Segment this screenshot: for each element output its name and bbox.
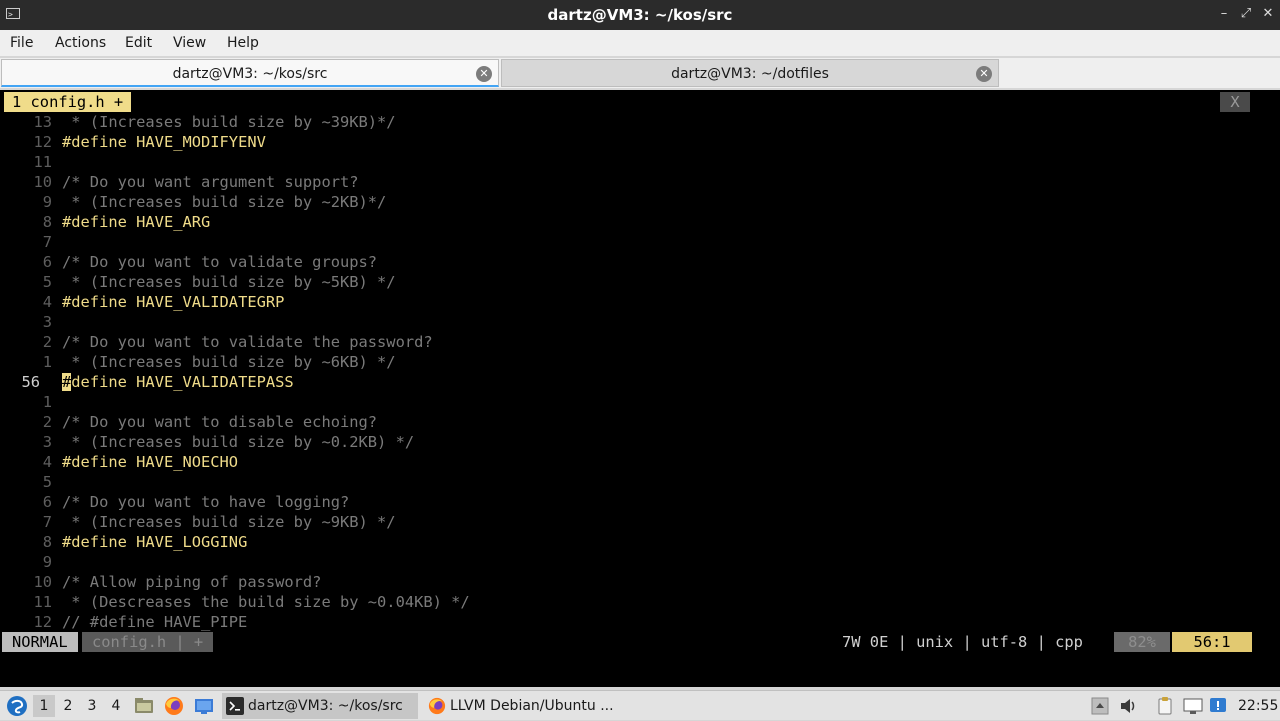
line-number: 11 [33, 593, 52, 611]
task-label: LLVM Debian/Ubuntu ... [450, 698, 614, 714]
code-text: // #define HAVE_PIPE [62, 613, 248, 631]
line-number: 56 [21, 373, 40, 391]
line-number: 12 [33, 133, 52, 151]
terminal-area[interactable]: 1 config.h + X 13 * (Increases build siz… [0, 90, 1280, 687]
firefox-icon[interactable] [164, 696, 184, 716]
line-number: 5 [42, 473, 52, 491]
line-number: 7 [42, 513, 52, 531]
vim-status-info: 7W 0E | unix | utf-8 | cpp [842, 633, 1083, 651]
line-number: 13 [33, 113, 52, 131]
menu-edit[interactable]: Edit [125, 30, 152, 56]
line-number: 12 [33, 613, 52, 631]
menu-bar: File Actions Edit View Help [0, 30, 1280, 56]
menu-file[interactable]: File [10, 30, 33, 56]
code-text: #define HAVE_ARG [62, 213, 211, 231]
workspace-2[interactable]: 2 [57, 695, 79, 717]
line-number: 1 [42, 353, 52, 371]
window-title: dartz@VM3: ~/kos/src [547, 6, 733, 24]
code-text: #define HAVE_VALIDATEGRP [62, 293, 285, 311]
file-manager-icon[interactable] [134, 696, 154, 716]
code-text: /* Do you want argument support? [62, 173, 359, 191]
vim-status-position: 56:1 [1172, 632, 1252, 652]
workspace-3[interactable]: 3 [81, 695, 103, 717]
line-number: 5 [42, 273, 52, 291]
task-firefox[interactable]: LLVM Debian/Ubuntu ... [424, 693, 624, 719]
clipboard-icon[interactable] [1155, 696, 1175, 716]
line-number: 9 [42, 193, 52, 211]
line-number: 3 [42, 433, 52, 451]
vim-statusline: NORMAL config.h | + 7W 0E | unix | utf-8… [2, 632, 1252, 652]
menu-help[interactable]: Help [227, 30, 259, 56]
code-text: * (Increases build size by ~39KB)*/ [62, 113, 396, 131]
tab-close-icon[interactable]: ✕ [476, 66, 492, 82]
line-number: 6 [42, 253, 52, 271]
code-text: /* Do you want to validate the password? [62, 333, 433, 351]
code-text: #define HAVE_MODIFYENV [62, 133, 266, 151]
line-number: 7 [42, 233, 52, 251]
tab-close-icon[interactable]: ✕ [976, 66, 992, 82]
firefox-icon [428, 697, 446, 715]
line-number: 9 [42, 553, 52, 571]
vim-status-percent: 82% [1114, 632, 1170, 652]
taskbar: 1 2 3 4 dartz@VM3: ~/kos/src LLVM Debian… [0, 690, 1280, 720]
minimize-icon[interactable]: – [1216, 6, 1232, 22]
line-number: 11 [33, 153, 52, 171]
line-number: 6 [42, 493, 52, 511]
code-text: /* Do you want to have logging? [62, 493, 350, 511]
terminal-tabs: dartz@VM3: ~/kos/src ✕ dartz@VM3: ~/dotf… [0, 58, 1280, 88]
workspace-1[interactable]: 1 [33, 695, 55, 717]
code-text: /* Allow piping of password? [62, 573, 322, 591]
code-text: /* Do you want to disable echoing? [62, 413, 378, 431]
code-text: * (Descreases the build size by ~0.04KB)… [62, 593, 470, 611]
line-number: 8 [42, 533, 52, 551]
workspace-4[interactable]: 4 [105, 695, 127, 717]
line-number: 4 [42, 453, 52, 471]
code-text: #define HAVE_LOGGING [62, 533, 248, 551]
notification-icon[interactable] [1208, 696, 1228, 716]
line-number: 10 [33, 573, 52, 591]
tab-label: dartz@VM3: ~/dotfiles [671, 66, 829, 82]
volume-icon[interactable] [1118, 696, 1138, 716]
menu-view[interactable]: View [173, 30, 206, 56]
maximize-icon[interactable]: ⤢ [1238, 6, 1254, 22]
vim-tabline: 1 config.h + X [0, 92, 1280, 112]
line-number: 3 [42, 313, 52, 331]
close-icon[interactable]: ✕ [1260, 6, 1276, 22]
line-number: 2 [42, 333, 52, 351]
vim-mode: NORMAL [2, 632, 78, 652]
display-icon[interactable] [1183, 696, 1203, 716]
clock[interactable]: 22:55 [1238, 691, 1278, 721]
task-terminal[interactable]: dartz@VM3: ~/kos/src [222, 693, 418, 719]
window-titlebar: >_ dartz@VM3: ~/kos/src – ⤢ ✕ [0, 0, 1280, 30]
line-number: 4 [42, 293, 52, 311]
terminal-icon [226, 697, 244, 715]
tab-dotfiles[interactable]: dartz@VM3: ~/dotfiles ✕ [501, 59, 999, 87]
vim-status-file: config.h | + [82, 632, 214, 652]
vim-buffer-tab[interactable]: 1 config.h + [4, 92, 132, 112]
vim-close-button[interactable]: X [1220, 92, 1250, 112]
menu-actions[interactable]: Actions [55, 30, 106, 56]
code-text: * (Increases build size by ~5KB) */ [62, 273, 396, 291]
code-text: #define HAVE_NOECHO [62, 453, 239, 471]
line-number: 10 [33, 173, 52, 191]
code-text: * (Increases build size by ~6KB) */ [62, 353, 396, 371]
code-text: * (Increases build size by ~9KB) */ [62, 513, 396, 531]
code-text: /* Do you want to validate groups? [62, 253, 378, 271]
tray-arrow-icon[interactable] [1090, 696, 1110, 716]
tab-label: dartz@VM3: ~/kos/src [172, 66, 328, 82]
line-number: 1 [42, 393, 52, 411]
start-menu-icon[interactable] [6, 695, 28, 717]
code-text: #define HAVE_VALIDATEPASS [62, 373, 294, 391]
code-text: * (Increases build size by ~0.2KB) */ [62, 433, 415, 451]
code-text: * (Increases build size by ~2KB)*/ [62, 193, 387, 211]
tab-kos-src[interactable]: dartz@VM3: ~/kos/src ✕ [1, 59, 499, 87]
line-number: 8 [42, 213, 52, 231]
task-label: dartz@VM3: ~/kos/src [248, 698, 403, 714]
line-number: 2 [42, 413, 52, 431]
desktop-icon[interactable] [194, 696, 214, 716]
